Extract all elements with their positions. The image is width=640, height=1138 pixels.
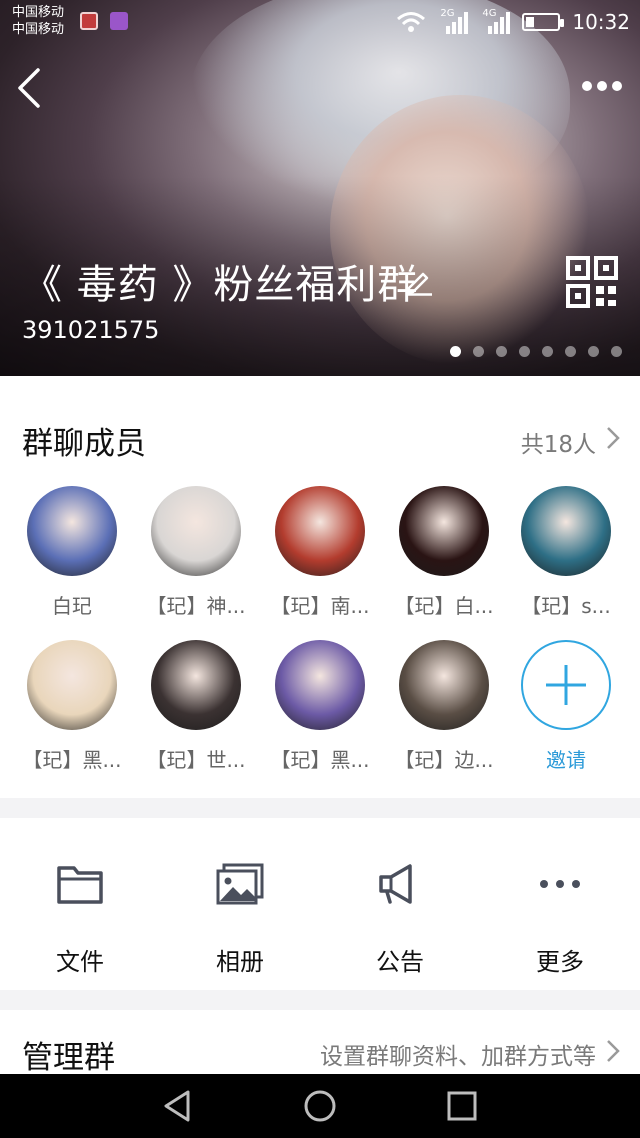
album-button[interactable]: 相册 [160, 818, 320, 990]
carrier-line-2: 中国移动 [12, 22, 65, 37]
avatar [399, 486, 489, 576]
nav-recents-icon[interactable] [442, 1086, 482, 1126]
avatar [27, 486, 117, 576]
qr-code-icon [566, 256, 618, 308]
album-icon [216, 863, 264, 905]
carousel-dot [450, 346, 461, 357]
avatar [275, 486, 365, 576]
carousel-dot [611, 346, 622, 357]
qr-code-button[interactable] [566, 256, 618, 308]
clock: 10:32 [572, 10, 630, 34]
signal-2g-icon: 2G [438, 8, 469, 34]
member-item[interactable]: 【玘】边... [384, 640, 504, 773]
member-item[interactable]: 【玘】世... [136, 640, 256, 773]
member-name: 【玘】黑... [270, 748, 370, 772]
member-item[interactable]: 白玘 [12, 486, 132, 619]
member-item[interactable]: 【玘】南... [260, 486, 380, 619]
member-item[interactable]: 【玘】黑... [260, 640, 380, 773]
carousel-dot [588, 346, 599, 357]
announcement-button[interactable]: 公告 [320, 818, 480, 990]
status-right: 2G 4G 10:32 [396, 8, 630, 36]
avatar [151, 486, 241, 576]
group-id: 391021575 [22, 316, 160, 344]
battery-icon [522, 13, 565, 31]
carousel-dot [473, 346, 484, 357]
carrier-text: 中国移动 中国移动 [12, 4, 64, 38]
plus-icon [546, 665, 586, 705]
tools-card: 文件 相册 公告 更多 [0, 818, 640, 990]
system-nav-bar [0, 1074, 640, 1138]
member-item[interactable]: 【玘】神... [136, 486, 256, 619]
member-item[interactable]: 【玘】白... [384, 486, 504, 619]
megaphone-icon [379, 864, 412, 904]
member-name: 【玘】黑... [22, 748, 122, 772]
more-dots-icon [540, 880, 580, 888]
member-name: 【玘】神... [146, 594, 246, 618]
manage-group-desc: 设置群聊资料、加群方式等 [320, 1044, 596, 1070]
member-name: 【玘】边... [394, 748, 494, 772]
back-button[interactable] [10, 62, 50, 112]
member-name: 白玘 [52, 594, 92, 618]
members-count[interactable]: 共18人 [521, 425, 596, 459]
avatar [521, 486, 611, 576]
carousel-indicator [450, 346, 622, 357]
avatar [27, 640, 117, 730]
more-options-button[interactable] [578, 70, 626, 102]
avatar [399, 640, 489, 730]
manage-group-title: 管理群 [22, 1040, 115, 1076]
status-bar: 中国移动 中国移动 2G 4G 10:32 [0, 0, 640, 44]
nav-home-icon[interactable] [300, 1086, 340, 1126]
wifi-icon [397, 12, 426, 32]
group-name: 《 毒药 》粉丝福利群 [22, 262, 419, 308]
files-label: 文件 [56, 948, 104, 976]
member-name: 【玘】世... [146, 748, 246, 772]
net-2g-label: 2G [440, 8, 455, 19]
member-item[interactable]: 【玘】s... [506, 486, 626, 619]
album-label: 相册 [216, 948, 264, 976]
avatar [275, 640, 365, 730]
gallery-notification-icon [110, 12, 128, 30]
carrier-line-1: 中国移动 [12, 5, 65, 20]
files-button[interactable]: 文件 [0, 818, 160, 990]
carousel-dot [519, 346, 530, 357]
pencil-icon [406, 272, 432, 296]
manage-group-row[interactable]: 管理群 设置群聊资料、加群方式等 [0, 1010, 640, 1080]
more-horizontal-icon [582, 81, 622, 91]
more-tools-label: 更多 [536, 948, 584, 976]
net-4g-label: 4G [482, 8, 497, 19]
chevron-right-icon [607, 1040, 620, 1062]
invite-label: 邀请 [546, 748, 586, 772]
avatar [151, 640, 241, 730]
invite-circle [521, 640, 611, 730]
back-arrow-icon [18, 68, 40, 108]
folder-icon [57, 866, 103, 904]
member-item[interactable]: 【玘】黑... [12, 640, 132, 773]
chevron-right-icon[interactable] [604, 424, 622, 452]
members-card: 群聊成员 共18人 白玘 【玘】神... 【玘】南... 【玘】白... 【玘】s...… [0, 376, 640, 798]
carousel-dot [496, 346, 507, 357]
members-title: 群聊成员 [22, 426, 146, 462]
carousel-dot [565, 346, 576, 357]
member-name: 【玘】白... [394, 594, 494, 618]
signal-4g-icon: 4G [480, 8, 511, 34]
carousel-dot [542, 346, 553, 357]
app-notification-icon [80, 12, 98, 30]
more-tools-button[interactable]: 更多 [480, 818, 640, 990]
nav-back-icon[interactable] [158, 1086, 198, 1126]
member-name: 【玘】南... [270, 594, 370, 618]
announcement-label: 公告 [376, 948, 424, 976]
member-name: 【玘】s... [521, 594, 611, 618]
invite-button[interactable]: 邀请 [506, 640, 626, 773]
edit-name-button[interactable] [404, 266, 434, 296]
